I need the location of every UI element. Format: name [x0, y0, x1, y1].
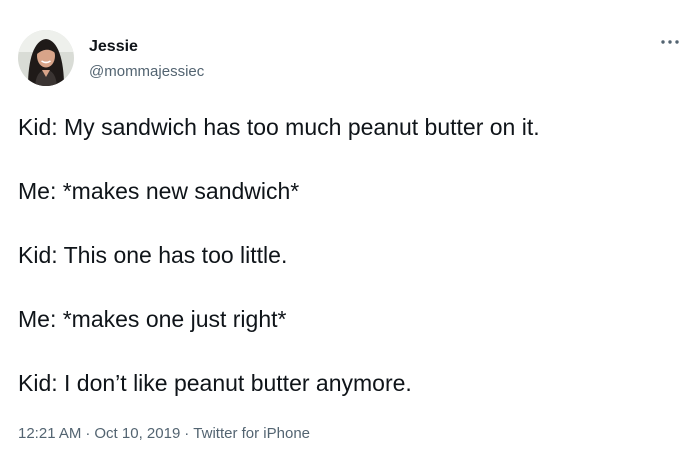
tweet-line: Me: *makes one just right* [18, 306, 287, 332]
tweet-line: Kid: This one has too little. [18, 242, 288, 268]
meta-separator: · [184, 425, 190, 442]
tweet-timestamp-date[interactable]: Oct 10, 2019 [94, 425, 180, 442]
tweet-source[interactable]: Twitter for iPhone [193, 425, 310, 442]
more-dots-icon[interactable] [659, 36, 681, 48]
author-display-name[interactable]: Jessie [89, 37, 138, 57]
meta-separator: · [85, 425, 91, 442]
tweet-line: Kid: My sandwich has too much peanut but… [18, 114, 540, 140]
tweet-metadata: 12:21 AM · Oct 10, 2019 · Twitter for iPhone [18, 424, 310, 444]
avatar[interactable] [18, 30, 74, 86]
author-handle[interactable]: @mommajessiec [89, 62, 204, 82]
avatar-photo [18, 30, 74, 86]
tweet-line: Kid: I don’t like peanut butter anymore. [18, 370, 412, 396]
tweet-line: Me: *makes new sandwich* [18, 178, 300, 204]
tweet-timestamp-time[interactable]: 12:21 AM [18, 425, 81, 442]
tweet-text: Kid: My sandwich has too much peanut but… [18, 112, 678, 432]
tweet-card: Jessie @mommajessiec Kid: My sandwich ha… [0, 0, 700, 459]
